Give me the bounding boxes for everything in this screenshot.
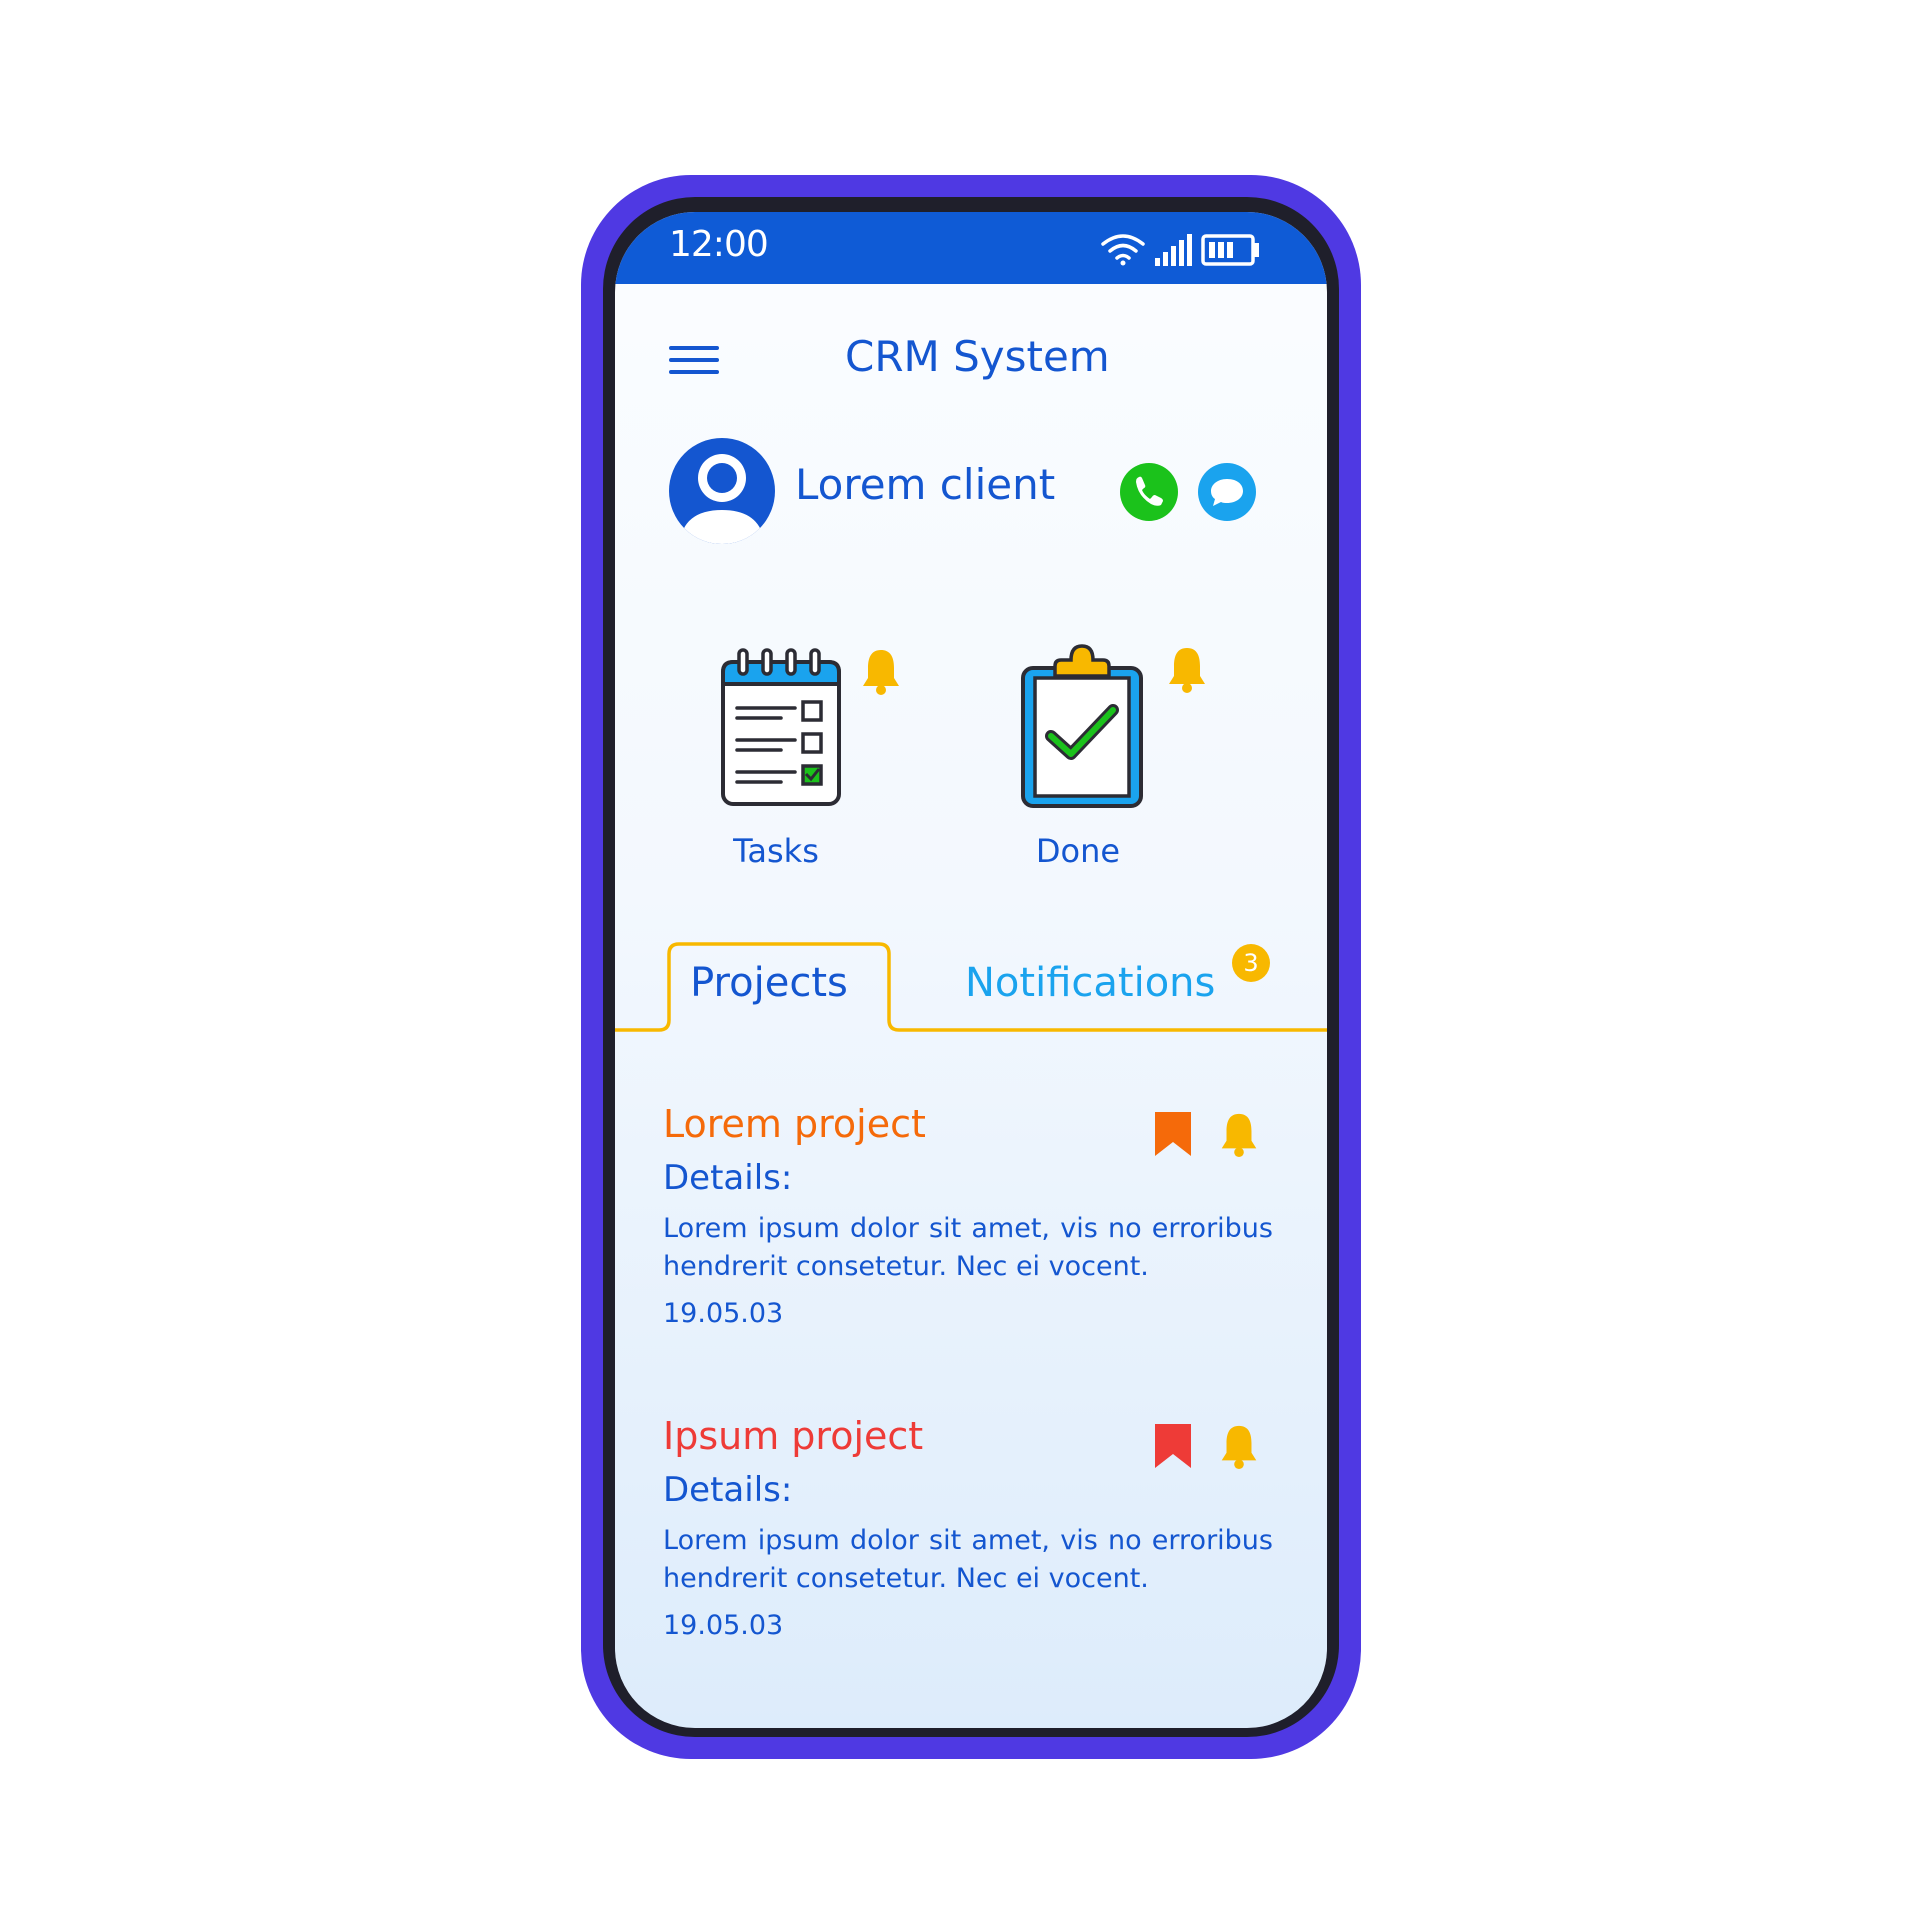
bookmark-icon[interactable] bbox=[1155, 1112, 1191, 1156]
menu-icon[interactable] bbox=[669, 346, 719, 382]
status-time: 12:00 bbox=[669, 224, 769, 265]
done-shortcut[interactable]: Done bbox=[1013, 632, 1213, 872]
chat-button[interactable] bbox=[1197, 462, 1257, 522]
tasks-label: Tasks bbox=[733, 832, 819, 870]
screen: 12:00 CRM System Lorem client Tasks Done… bbox=[615, 212, 1327, 1728]
battery-icon bbox=[1201, 234, 1259, 266]
project-details-label: Details: bbox=[663, 1470, 793, 1510]
list-item[interactable]: Ipsum project Details: Lorem ipsum dolor… bbox=[663, 1414, 1283, 1654]
bell-icon[interactable] bbox=[1219, 1422, 1259, 1470]
tab-notifications[interactable]: Notifications bbox=[965, 960, 1255, 1020]
wifi-icon bbox=[1101, 234, 1145, 266]
call-button[interactable] bbox=[1119, 462, 1179, 522]
project-date: 19.05.03 bbox=[663, 1610, 784, 1641]
done-label: Done bbox=[1035, 832, 1121, 870]
signal-icon bbox=[1155, 234, 1192, 266]
bookmark-icon[interactable] bbox=[1155, 1424, 1191, 1468]
project-title: Lorem project bbox=[663, 1102, 926, 1146]
project-title: Ipsum project bbox=[663, 1414, 924, 1458]
list-item[interactable]: Lorem project Details: Lorem ipsum dolor… bbox=[663, 1102, 1283, 1342]
avatar-icon bbox=[669, 438, 775, 544]
tasks-icon bbox=[721, 648, 841, 806]
notifications-badge: 3 bbox=[1232, 944, 1270, 982]
client-name: Lorem client bbox=[795, 460, 1056, 509]
project-date: 19.05.03 bbox=[663, 1298, 784, 1329]
app-title: CRM System bbox=[845, 332, 1110, 381]
bell-icon[interactable] bbox=[1167, 644, 1207, 694]
done-clipboard-icon bbox=[1021, 644, 1143, 808]
bell-icon[interactable] bbox=[861, 646, 901, 696]
tab-projects[interactable]: Projects bbox=[671, 960, 867, 1020]
status-bar: 12:00 bbox=[615, 212, 1327, 284]
project-details-label: Details: bbox=[663, 1158, 793, 1198]
project-description: Lorem ipsum dolor sit amet, vis no error… bbox=[663, 1213, 1273, 1282]
bell-icon[interactable] bbox=[1219, 1110, 1259, 1158]
project-description: Lorem ipsum dolor sit amet, vis no error… bbox=[663, 1525, 1273, 1594]
status-icons bbox=[1101, 234, 1259, 266]
tasks-shortcut[interactable]: Tasks bbox=[711, 632, 911, 872]
